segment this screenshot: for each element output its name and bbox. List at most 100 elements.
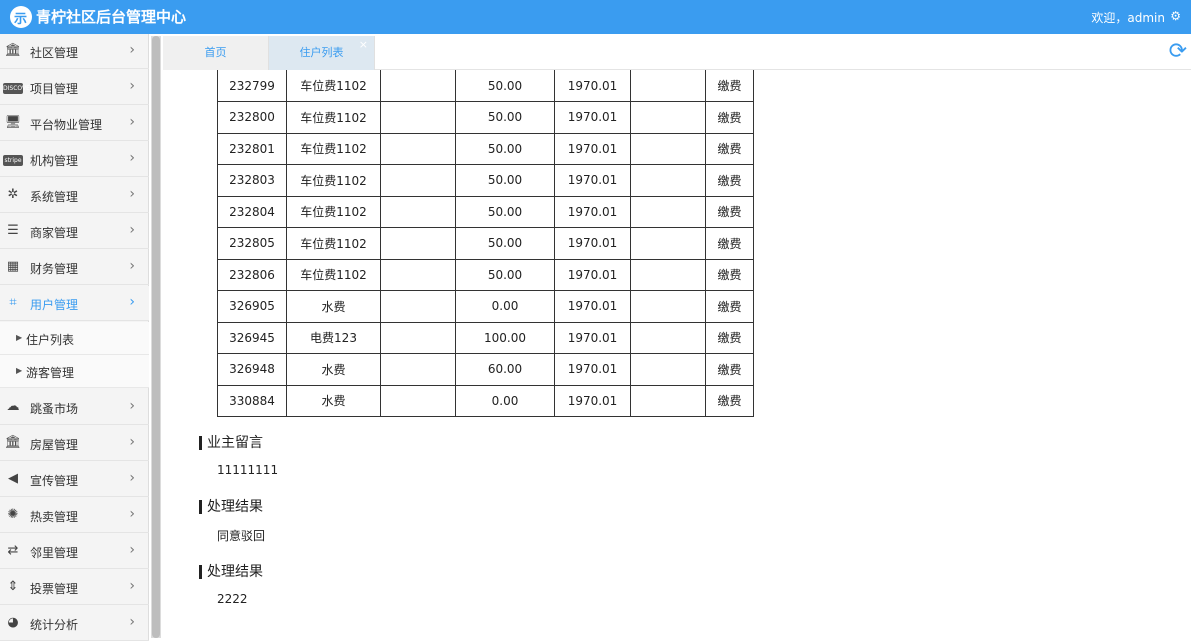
table-row: 232805 车位费1102 50.00 1970.01 缴费: [217, 227, 754, 260]
fee-date-cell: 1970.01: [554, 70, 631, 102]
chevron-right-icon: ›: [129, 294, 135, 310]
fee-id-cell: 232805: [217, 227, 287, 260]
table-row: 232803 车位费1102 50.00 1970.01 缴费: [217, 164, 754, 197]
settings-gear-icon[interactable]: ⚙: [1170, 9, 1181, 23]
discover-card-icon: DISCOVER: [3, 83, 35, 94]
section-value: 同意驳回: [217, 529, 266, 543]
chevron-right-icon: ›: [129, 398, 135, 414]
tab-close-icon[interactable]: ×: [359, 28, 368, 62]
fee-amount-cell: 50.00: [455, 227, 555, 260]
fee-amount-cell: 50.00: [455, 70, 555, 102]
sidebar-item-label: 机构管理: [30, 154, 79, 168]
sidebar-item-label: 项目管理: [30, 82, 79, 96]
sidebar-item[interactable]: ✺ 热卖管理 ›: [0, 498, 149, 533]
sidebar-item[interactable]: DISCOVER 项目管理 ›: [0, 70, 149, 105]
welcome-user-link[interactable]: 欢迎，admin: [1091, 9, 1165, 26]
fee-id-cell: 232799: [217, 70, 287, 102]
chevron-right-icon: ›: [129, 42, 135, 58]
sidebar-item-label: 热卖管理: [30, 510, 79, 524]
pay-link[interactable]: 缴费: [705, 290, 754, 323]
pay-link[interactable]: 缴费: [705, 195, 754, 228]
fee-id-cell: 326945: [217, 321, 287, 354]
chevron-right-icon: ›: [129, 578, 135, 594]
sidebar-item[interactable]: ◀ 宣传管理 ›: [0, 462, 149, 497]
blank-cell: [630, 70, 706, 102]
blank-cell: [630, 290, 706, 323]
sidebar-item-label: 房屋管理: [30, 438, 79, 452]
blank-cell: [380, 353, 456, 386]
fee-name-cell: 车位费1102: [286, 227, 381, 260]
fee-name-cell: 水费: [286, 384, 381, 417]
pay-link[interactable]: 缴费: [705, 258, 754, 291]
sidebar-item[interactable]: ▦ 财务管理 ›: [0, 250, 149, 285]
pay-link[interactable]: 缴费: [705, 101, 754, 134]
sidebar-item[interactable]: ◕ 统计分析 ›: [0, 606, 149, 641]
pay-link[interactable]: 缴费: [705, 227, 754, 260]
fee-date-cell: 1970.01: [554, 195, 631, 228]
blank-cell: [380, 290, 456, 323]
sidebar-item[interactable]: ☰ 商家管理 ›: [0, 214, 149, 249]
sidebar-item[interactable]: 🖥 平台物业管理 ›: [0, 106, 149, 141]
desktop-icon: 🖥: [4, 115, 22, 130]
sidebar-scrollbar[interactable]: [151, 36, 161, 638]
blank-cell: [380, 164, 456, 197]
retweet-icon: ⇄: [7, 543, 19, 558]
chevron-right-icon: ›: [129, 434, 135, 450]
section-title: 处理结果: [199, 565, 263, 579]
sidebar-item[interactable]: ⌗ 用户管理 ›: [0, 286, 149, 321]
sidebar-item-label: 用户管理: [30, 298, 79, 312]
fee-id-cell: 232803: [217, 164, 287, 197]
fee-name-cell: 车位费1102: [286, 258, 381, 291]
blank-cell: [630, 258, 706, 291]
pay-link[interactable]: 缴费: [705, 70, 754, 102]
chevron-right-icon: ›: [129, 470, 135, 486]
fee-name-cell: 车位费1102: [286, 132, 381, 165]
fee-date-cell: 1970.01: [554, 164, 631, 197]
section-title: 业主留言: [199, 436, 263, 450]
sidebar-item[interactable]: ⇕ 投票管理 ›: [0, 570, 149, 605]
sidebar-item-label: 平台物业管理: [30, 118, 103, 132]
chevron-right-icon: ›: [129, 114, 135, 130]
sidebar-item[interactable]: ⇄ 邻里管理 ›: [0, 534, 149, 569]
refresh-icon[interactable]: ⟳: [1169, 39, 1187, 64]
sidebar-subitem-label: 住户列表: [26, 333, 75, 347]
sidebar-item[interactable]: 🏛 房屋管理 ›: [0, 426, 149, 461]
fee-name-cell: 水费: [286, 290, 381, 323]
pay-link[interactable]: 缴费: [705, 384, 754, 417]
sidebar-item-label: 宣传管理: [30, 474, 79, 488]
sidebar-item[interactable]: stripe 机构管理 ›: [0, 142, 149, 177]
fee-id-cell: 232804: [217, 195, 287, 228]
sidebar-item[interactable]: ✲ 系统管理 ›: [0, 178, 149, 213]
tab-home[interactable]: 首页: [163, 36, 269, 70]
fee-id-cell: 326905: [217, 290, 287, 323]
pay-link[interactable]: 缴费: [705, 132, 754, 165]
blank-cell: [380, 70, 456, 102]
pay-link[interactable]: 缴费: [705, 164, 754, 197]
sidebar-item-label: 投票管理: [30, 582, 79, 596]
blank-cell: [380, 101, 456, 134]
fee-name-cell: 电费123: [286, 321, 381, 354]
sort-icon: ⇕: [7, 579, 19, 594]
sidebar-subitem[interactable]: ▶ 游客管理: [0, 355, 149, 388]
tab-bar: 首页 住户列表 × ⟳: [163, 36, 1191, 70]
bank-icon: 🏛: [4, 43, 22, 58]
bank-icon: 🏛: [4, 435, 22, 450]
blank-cell: [380, 384, 456, 417]
tab-resident-list[interactable]: 住户列表 ×: [269, 36, 375, 70]
pay-link[interactable]: 缴费: [705, 353, 754, 386]
sidebar-item[interactable]: 🏛 社区管理 ›: [0, 34, 149, 69]
tab-label: 首页: [204, 46, 227, 59]
section-title: 处理结果: [199, 500, 263, 514]
pay-link[interactable]: 缴费: [705, 321, 754, 354]
table-row: 232799 车位费1102 50.00 1970.01 缴费: [217, 70, 754, 102]
fee-name-cell: 车位费1102: [286, 164, 381, 197]
sidebar-item[interactable]: ☁ 跳蚤市场 ›: [0, 390, 149, 425]
chevron-right-icon: ›: [129, 150, 135, 166]
fee-date-cell: 1970.01: [554, 132, 631, 165]
table-row: 326948 水费 60.00 1970.01 缴费: [217, 353, 754, 386]
chevron-right-icon: ›: [129, 78, 135, 94]
scrollbar-thumb[interactable]: [152, 36, 160, 638]
fee-table: 232799 车位费1102 50.00 1970.01 缴费 232800 车位费1102…: [217, 70, 754, 417]
sidebar-subitem[interactable]: ▶ 住户列表: [0, 322, 149, 355]
fee-date-cell: 1970.01: [554, 384, 631, 417]
